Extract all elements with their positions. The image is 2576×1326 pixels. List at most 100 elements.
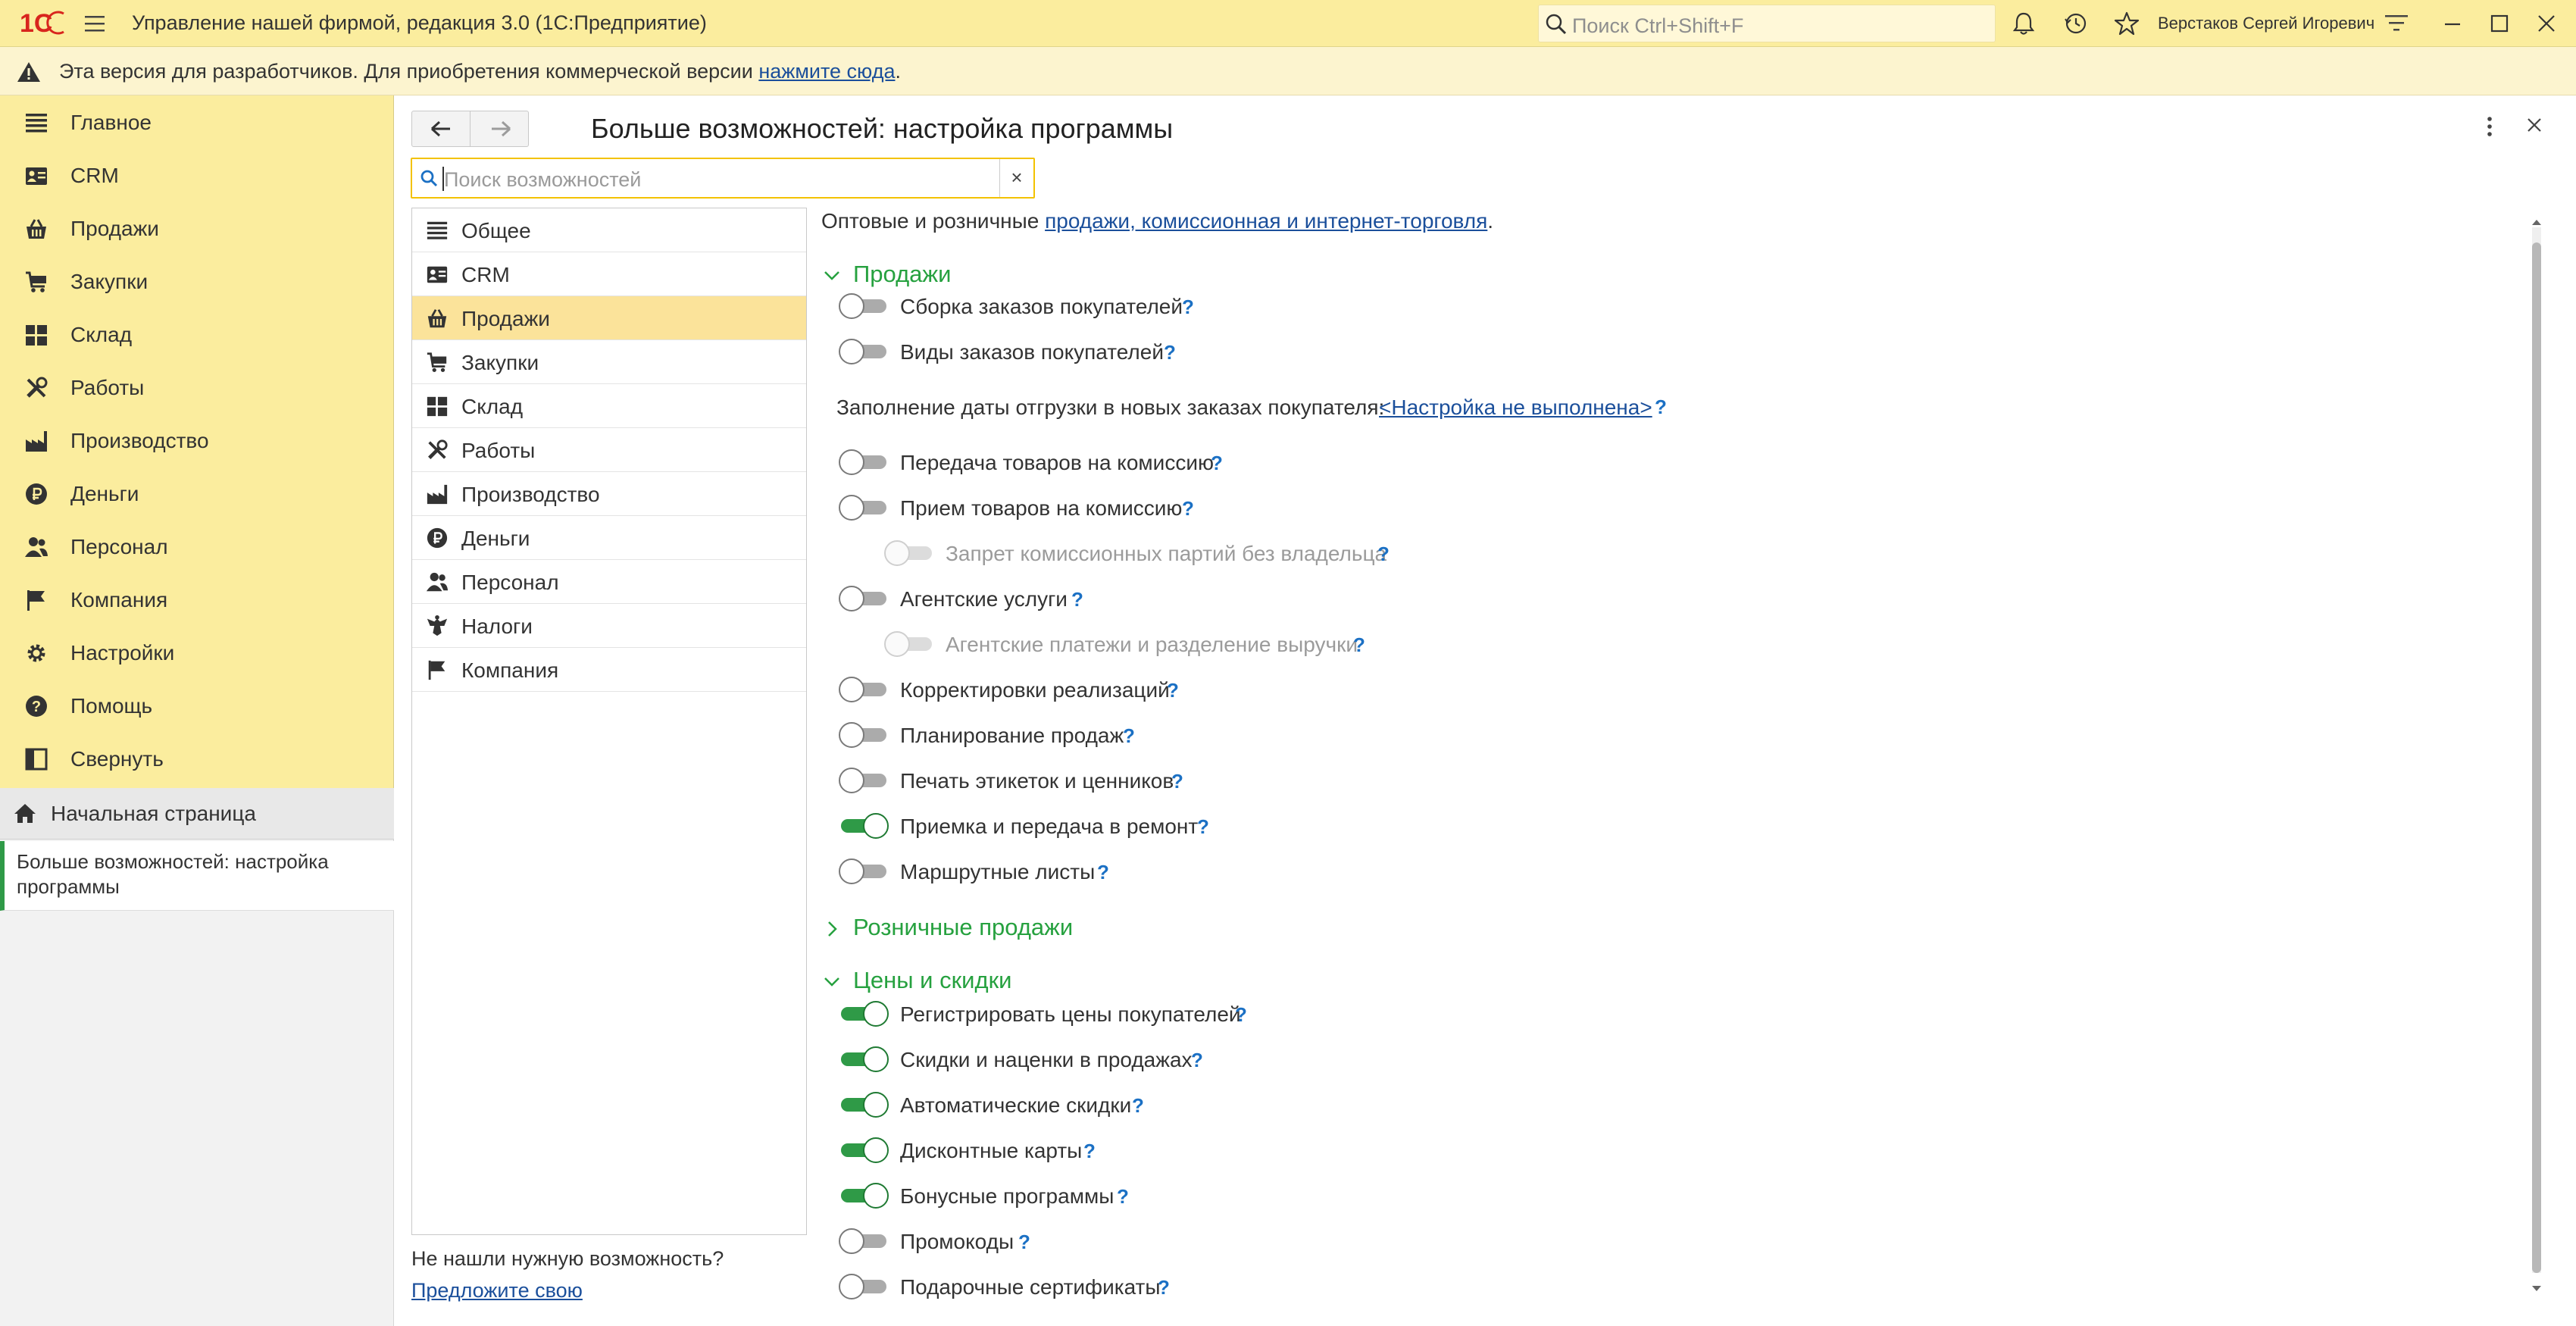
sidebar-item-personnel[interactable]: Персонал [0, 520, 392, 573]
sidebar-item-crm[interactable]: CRM [0, 149, 392, 202]
minimize-icon[interactable] [2443, 14, 2462, 33]
feature-search-input[interactable]: Поиск возможностей × [411, 158, 1035, 199]
sidebar-item-settings[interactable]: Настройки [0, 626, 392, 679]
category-general[interactable]: Общее [412, 208, 806, 252]
scroll-down-arrow-icon[interactable] [2531, 1285, 2543, 1293]
bell-icon[interactable] [2012, 11, 2035, 36]
toggle-switch-off[interactable] [838, 676, 889, 703]
toggle-switch-off[interactable] [838, 767, 889, 794]
buy-link[interactable]: нажмите сюда [758, 60, 895, 83]
category-label: Налоги [461, 615, 533, 638]
option-label: Виды заказов покупателей [900, 340, 1164, 364]
category-works[interactable]: Работы [412, 428, 806, 472]
help-button[interactable]: ? [1353, 633, 1365, 657]
toggle-switch-on[interactable] [838, 1046, 889, 1073]
back-button[interactable] [411, 111, 470, 147]
toggle-switch-off[interactable] [838, 1227, 889, 1255]
category-taxes[interactable]: Налоги [412, 604, 806, 648]
section-title: Цены и скидки [853, 967, 1012, 993]
category-purchases[interactable]: Закупки [412, 340, 806, 384]
help-button[interactable]: ? [1083, 1140, 1096, 1163]
toggle-switch-off[interactable] [838, 338, 889, 365]
help-button[interactable]: ? [1167, 679, 1179, 702]
close-form-icon[interactable] [2526, 117, 2543, 133]
category-warehouse[interactable]: Склад [412, 384, 806, 428]
category-sales[interactable]: Продажи [412, 296, 806, 340]
help-button[interactable]: ? [1211, 452, 1223, 475]
close-window-icon[interactable] [2537, 14, 2556, 33]
sidebar-item-label: Производство [70, 429, 209, 452]
sidebar-item-warehouse[interactable]: Склад [0, 308, 392, 361]
toggle-switch-off[interactable] [838, 721, 889, 749]
help-button[interactable]: ? [1171, 770, 1183, 793]
toggle-switch-off[interactable] [838, 585, 889, 612]
home-page-item[interactable]: Начальная страница [0, 788, 394, 840]
toggle-switch-off[interactable] [838, 292, 889, 320]
toggle-switch-on[interactable] [838, 1137, 889, 1164]
global-search-input[interactable]: Поиск Ctrl+Shift+F [1538, 5, 1996, 42]
toggle-switch-off[interactable] [838, 449, 889, 476]
sidebar-item-main[interactable]: Главное [0, 95, 392, 149]
option-label: Агентские услуги [900, 587, 1068, 611]
user-name[interactable]: Верстаков Сергей Игоревич [2158, 14, 2374, 33]
scroll-up-arrow-icon[interactable] [2531, 218, 2543, 226]
sidebar-item-works[interactable]: Работы [0, 361, 392, 414]
help-button[interactable]: ? [1197, 815, 1209, 839]
category-personnel[interactable]: Персонал [412, 560, 806, 604]
category-money[interactable]: Деньги [412, 516, 806, 560]
help-button[interactable]: ? [1097, 861, 1109, 884]
sidebar-item-collapse[interactable]: Свернуть [0, 732, 392, 785]
clear-search-button[interactable]: × [999, 159, 1033, 197]
help-button[interactable]: ? [1132, 1094, 1144, 1118]
sidebar-item-money[interactable]: Деньги [0, 467, 392, 520]
main-menu-icon[interactable] [83, 14, 106, 33]
sidebar-item-production[interactable]: Производство [0, 414, 392, 467]
chevron-down-icon [824, 271, 839, 280]
contact-card-icon [26, 167, 47, 185]
category-label: CRM [461, 263, 510, 286]
toggle-switch-on[interactable] [838, 1000, 889, 1027]
help-button[interactable]: ? [1158, 1276, 1170, 1299]
help-button[interactable]: ? [1123, 724, 1135, 748]
intro-link[interactable]: продажи, комиссионная и интернет-торговл… [1045, 209, 1487, 233]
help-button[interactable]: ? [1117, 1185, 1129, 1209]
help-button[interactable]: ? [1164, 341, 1176, 364]
category-label: Производство [461, 483, 600, 506]
favorites-star-icon[interactable] [2114, 11, 2140, 36]
toggle-switch-on[interactable] [838, 1091, 889, 1118]
help-button[interactable]: ? [1182, 296, 1194, 319]
help-button[interactable]: ? [1377, 543, 1390, 566]
toggle-switch-disabled[interactable] [883, 539, 935, 567]
help-button[interactable]: ? [1018, 1231, 1030, 1254]
help-button[interactable]: ? [1182, 497, 1194, 521]
more-actions-icon[interactable] [2485, 115, 2494, 138]
shipment-date-setting-link[interactable]: <Настройка не выполнена> [1379, 396, 1652, 420]
funnel-settings-icon[interactable] [2385, 14, 2408, 35]
help-button[interactable]: ? [1655, 396, 1667, 419]
toggle-switch-off[interactable] [838, 858, 889, 885]
sidebar-item-purchases[interactable]: Закупки [0, 255, 392, 308]
global-search-placeholder: Поиск Ctrl+Shift+F [1572, 14, 1744, 37]
sidebar-item-sales[interactable]: Продажи [0, 202, 392, 255]
toggle-switch-on[interactable] [838, 1182, 889, 1209]
sidebar-item-help[interactable]: ? Помощь [0, 679, 392, 732]
category-list: Общее CRM Продажи Закупки Склад Работы П… [411, 208, 807, 1235]
suggest-link[interactable]: Предложите свою [411, 1279, 583, 1303]
help-button[interactable]: ? [1235, 1003, 1247, 1027]
vertical-scrollbar-thumb[interactable] [2532, 242, 2541, 1273]
forward-button[interactable] [470, 111, 529, 147]
toggle-switch-disabled[interactable] [883, 630, 935, 658]
category-production[interactable]: Производство [412, 472, 806, 516]
category-company[interactable]: Компания [412, 648, 806, 692]
toggle-switch-on[interactable] [838, 812, 889, 840]
help-button[interactable]: ? [1191, 1049, 1203, 1072]
history-icon[interactable] [2064, 11, 2088, 36]
open-window-item[interactable]: Больше возможностей: настройка программы [0, 841, 394, 911]
category-crm[interactable]: CRM [412, 252, 806, 296]
developer-version-banner: Эта версия для разработчиков. Для приобр… [0, 47, 2576, 95]
help-button[interactable]: ? [1071, 588, 1083, 611]
sidebar-item-company[interactable]: Компания [0, 573, 392, 626]
maximize-icon[interactable] [2490, 14, 2509, 33]
toggle-switch-off[interactable] [838, 1273, 889, 1300]
toggle-switch-off[interactable] [838, 494, 889, 521]
